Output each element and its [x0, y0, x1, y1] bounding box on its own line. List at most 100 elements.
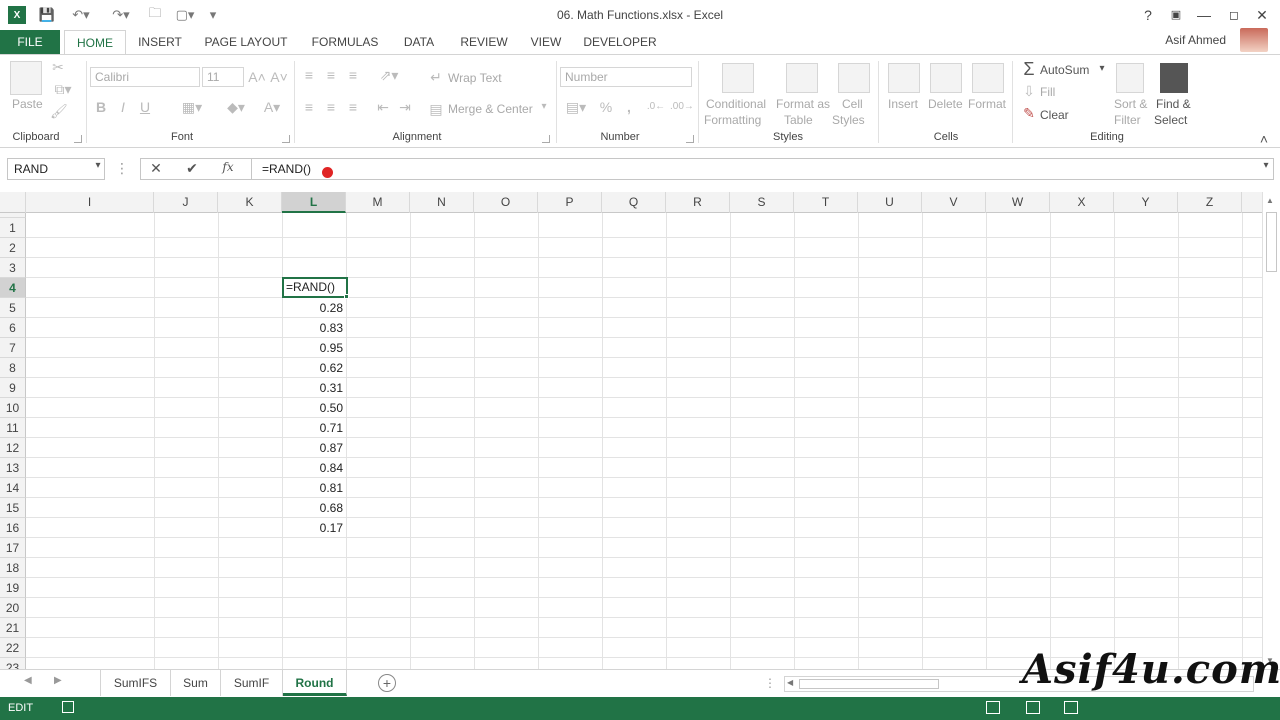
- row-header[interactable]: 11: [0, 418, 26, 438]
- cell-l13[interactable]: 0.84: [282, 458, 346, 478]
- fill-color-icon[interactable]: ◆▾: [222, 99, 250, 116]
- normal-view-icon[interactable]: [986, 701, 1000, 714]
- cell-l9[interactable]: 0.31: [282, 378, 346, 398]
- row-header[interactable]: 22: [0, 638, 26, 658]
- number-format-combo[interactable]: Number: [560, 67, 692, 87]
- font-launcher-icon[interactable]: [282, 135, 290, 143]
- format-painter-icon[interactable]: 🖌: [50, 103, 68, 120]
- increase-indent-icon[interactable]: ⇥: [396, 99, 414, 116]
- ribbon-display-icon[interactable]: ▣: [1164, 4, 1188, 26]
- column-header[interactable]: O: [474, 192, 538, 213]
- row-header[interactable]: 6: [0, 318, 26, 338]
- tab-page-layout[interactable]: PAGE LAYOUT: [198, 30, 294, 54]
- cell-styles-line2[interactable]: Styles: [832, 113, 865, 127]
- column-header[interactable]: Q: [602, 192, 666, 213]
- next-sheet-icon[interactable]: ▶: [54, 675, 62, 686]
- clear-icon[interactable]: ✎: [1020, 105, 1038, 122]
- column-header[interactable]: N: [410, 192, 474, 213]
- worksheet-grid[interactable]: I J K L M N O P Q R S T U V W X Y Z 1 2 …: [0, 192, 1262, 669]
- orientation-icon[interactable]: ⇗▾: [374, 67, 404, 84]
- cell-l6[interactable]: 0.83: [282, 318, 346, 338]
- format-cells-button[interactable]: Format: [968, 97, 1006, 111]
- format-as-table-line1[interactable]: Format as: [776, 97, 830, 111]
- row-header[interactable]: 15: [0, 498, 26, 518]
- column-header[interactable]: J: [154, 192, 218, 213]
- help-button[interactable]: ?: [1136, 4, 1160, 26]
- comma-button[interactable]: ,: [622, 99, 636, 115]
- clear-button[interactable]: Clear: [1040, 108, 1069, 122]
- cut-icon[interactable]: ✂: [50, 59, 66, 76]
- wrap-text-icon[interactable]: ↵: [428, 69, 444, 86]
- borders-icon[interactable]: ▦▾: [178, 99, 206, 116]
- fill-button[interactable]: Fill: [1040, 85, 1055, 99]
- cell-l5[interactable]: 0.28: [282, 298, 346, 318]
- cell-l12[interactable]: 0.87: [282, 438, 346, 458]
- conditional-formatting-line2[interactable]: Formatting: [704, 113, 761, 127]
- column-header[interactable]: W: [986, 192, 1050, 213]
- row-header[interactable]: 17: [0, 538, 26, 558]
- avatar[interactable]: [1240, 28, 1268, 52]
- tab-review[interactable]: REVIEW: [456, 30, 512, 54]
- cell-styles-line1[interactable]: Cell: [842, 97, 863, 111]
- paste-icon[interactable]: [10, 61, 42, 95]
- italic-button[interactable]: I: [116, 99, 130, 115]
- currency-icon[interactable]: ▤▾: [562, 99, 590, 116]
- autosum-button[interactable]: AutoSum: [1040, 63, 1089, 77]
- column-header[interactable]: Y: [1114, 192, 1178, 213]
- vertical-scrollbar[interactable]: ▲ ▼: [1262, 192, 1280, 669]
- formula-input[interactable]: =RAND(): [252, 158, 1274, 180]
- font-color-icon[interactable]: A▾: [258, 99, 286, 116]
- font-size-combo[interactable]: 11: [202, 67, 244, 87]
- alignment-launcher-icon[interactable]: [542, 135, 550, 143]
- cell-l16[interactable]: 0.17: [282, 518, 346, 538]
- cell-l10[interactable]: 0.50: [282, 398, 346, 418]
- conditional-formatting-icon[interactable]: [722, 63, 754, 93]
- row-header[interactable]: 3: [0, 258, 26, 278]
- cell-l15[interactable]: 0.68: [282, 498, 346, 518]
- row-header[interactable]: 13: [0, 458, 26, 478]
- align-right-icon[interactable]: ≡: [344, 99, 362, 115]
- find-select-line2[interactable]: Select: [1154, 113, 1187, 127]
- select-all-corner[interactable]: [0, 192, 26, 213]
- row-header[interactable]: 1: [0, 218, 26, 238]
- sort-filter-line1[interactable]: Sort &: [1114, 97, 1147, 111]
- column-header[interactable]: K: [218, 192, 282, 213]
- decrease-indent-icon[interactable]: ⇤: [374, 99, 392, 116]
- underline-button[interactable]: U: [138, 99, 152, 115]
- cell-l8[interactable]: 0.62: [282, 358, 346, 378]
- cell-l11[interactable]: 0.71: [282, 418, 346, 438]
- column-header[interactable]: Z: [1178, 192, 1242, 213]
- column-header[interactable]: M: [346, 192, 410, 213]
- active-cell-l4[interactable]: =RAND(): [282, 277, 348, 298]
- insert-cells-icon[interactable]: [888, 63, 920, 93]
- row-header[interactable]: 8: [0, 358, 26, 378]
- format-cells-icon[interactable]: [972, 63, 1004, 93]
- page-layout-view-icon[interactable]: [1026, 701, 1040, 714]
- autosum-icon[interactable]: Σ: [1020, 59, 1038, 80]
- expand-formula-bar-icon[interactable]: ▾: [1256, 160, 1276, 178]
- horizontal-scroll-thumb[interactable]: [799, 679, 939, 689]
- column-header[interactable]: R: [666, 192, 730, 213]
- cell-styles-icon[interactable]: [838, 63, 870, 93]
- delete-cells-button[interactable]: Delete: [928, 97, 963, 111]
- align-center-icon[interactable]: ≡: [322, 99, 340, 115]
- name-box-dropdown-icon[interactable]: ▾: [88, 160, 108, 178]
- column-header[interactable]: S: [730, 192, 794, 213]
- cell-l14[interactable]: 0.81: [282, 478, 346, 498]
- row-header[interactable]: 23: [0, 658, 26, 669]
- row-header[interactable]: 12: [0, 438, 26, 458]
- decrease-decimal-icon[interactable]: .00→: [670, 101, 694, 112]
- top-align-icon[interactable]: ≡: [300, 67, 318, 83]
- tab-view[interactable]: VIEW: [526, 30, 566, 54]
- find-select-line1[interactable]: Find &: [1156, 97, 1191, 111]
- paste-button[interactable]: Paste: [12, 97, 43, 111]
- number-launcher-icon[interactable]: [686, 135, 694, 143]
- tab-home[interactable]: HOME: [64, 30, 126, 54]
- percent-button[interactable]: %: [598, 99, 614, 115]
- tab-formulas[interactable]: FORMULAS: [306, 30, 384, 54]
- tab-data[interactable]: DATA: [396, 30, 442, 54]
- sort-filter-icon[interactable]: [1116, 63, 1144, 93]
- column-header-active[interactable]: L: [282, 192, 346, 213]
- wrap-text-button[interactable]: Wrap Text: [448, 71, 502, 85]
- close-button[interactable]: ✕: [1250, 4, 1274, 26]
